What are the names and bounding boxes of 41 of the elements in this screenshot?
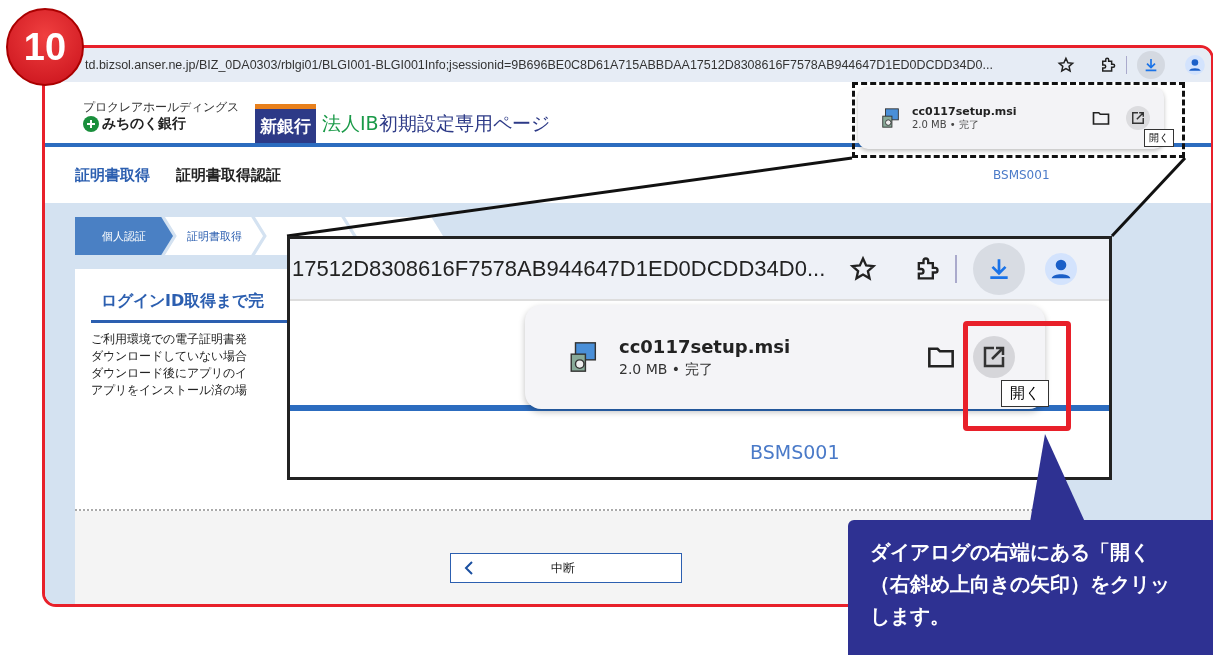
body-text: ダウンロードしていない場合 [91,348,247,365]
group-name: プロクレアホールディングス [83,100,239,115]
body-text: アプリをインストール済の場 [91,382,247,399]
installer-icon [880,107,902,129]
profile-icon[interactable] [1185,55,1205,75]
folder-icon[interactable] [927,345,955,369]
new-bank-label: 新銀行 [255,104,316,143]
step-number: 10 [23,25,67,69]
file-details: 2.0 MB • 完了 [912,117,980,132]
file-details: 2.0 MB • 完了 [619,360,714,379]
body-text: ご利用環境での電子証明書発 [91,331,247,348]
star-icon[interactable] [849,255,878,283]
folder-icon[interactable] [1092,110,1110,126]
nav-tab[interactable]: 証明書取得 [75,165,150,185]
profile-icon[interactable] [1045,253,1078,285]
section-heading: ログインID取得まで完 [100,291,265,312]
cancel-button[interactable]: 中断 [450,553,682,583]
bank-logo-icon [83,116,99,132]
tooltip: 開く [1001,380,1049,407]
file-name: cc0117setup.msi [912,104,1018,118]
screen-id: BSMS001 [750,441,840,463]
file-name: cc0117setup.msi [619,335,792,357]
open-external-icon [982,345,1006,369]
screen-id: BSMS001 [993,168,1050,182]
body-text: ダウンロード後にアプリのイ [91,365,247,382]
chevron-left-icon [463,561,475,575]
download-button[interactable] [1137,51,1166,79]
nav-tab[interactable]: 証明書取得認証 [176,165,281,185]
tooltip: 開く [1144,129,1174,147]
bank-name: みちのく銀行 [102,115,186,133]
page-title: 初期設定専用ページ [378,111,550,136]
title-prefix: 法人IB [322,111,379,136]
open-file-button[interactable] [973,336,1015,378]
progress-step: 個人認証 [75,217,173,255]
callout-text: ダイアログの右端にある「開く [870,539,1150,566]
star-icon[interactable] [1056,56,1075,74]
progress-step: 証明書取得 [165,217,263,255]
callout-text: （右斜め上向きの矢印）をクリッ [870,571,1170,598]
callout-text: します。 [870,603,950,630]
open-file-button[interactable] [1126,106,1150,130]
open-external-icon [1131,111,1145,125]
